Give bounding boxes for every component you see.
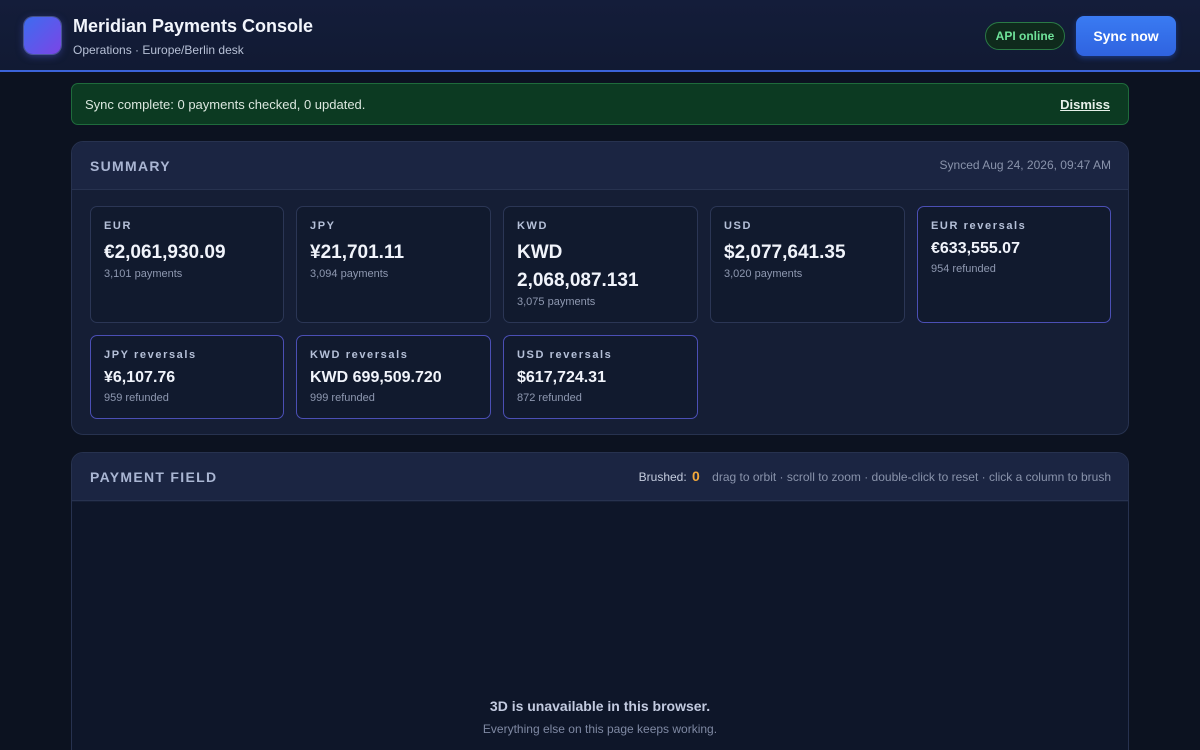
sync-alert: Sync complete: 0 payments checked, 0 upd…	[71, 83, 1129, 125]
unavailable-title: 3D is unavailable in this browser.	[489, 698, 711, 714]
card-label: USD reversals	[517, 349, 613, 361]
app-title: Meridian Payments Console	[73, 16, 314, 36]
summary-card-eur-reversals: EUR reversals €633,555.07 954 refunded	[917, 206, 1111, 323]
card-amount: KWD 699,509.720	[310, 369, 442, 386]
summary-card-usd-reversals: USD reversals $617,724.31 872 refunded	[503, 335, 698, 419]
interaction-hint: drag to orbit · scroll to zoom · double-…	[712, 470, 1111, 484]
card-label: USD	[724, 220, 753, 232]
card-label: JPY	[310, 220, 336, 232]
card-label: JPY reversals	[104, 349, 197, 361]
payment-field-header: PAYMENT FIELD Brushed: 0 drag to orbit ·…	[72, 453, 1128, 501]
summary-title: SUMMARY	[90, 158, 171, 174]
3d-viewport[interactable]: 3D is unavailable in this browser. Every…	[72, 502, 1128, 750]
card-amount: KWD 2,068,087.131	[517, 242, 639, 291]
summary-card-jpy: JPY ¥21,701.11 3,094 payments	[296, 206, 491, 323]
card-count: 999 refunded	[310, 392, 375, 404]
brush-status: Brushed: 0 drag to orbit · scroll to zoo…	[639, 468, 1111, 484]
card-label: EUR	[104, 220, 133, 232]
card-count: 3,101 payments	[104, 268, 183, 280]
card-count: 3,094 payments	[310, 268, 389, 280]
card-count: 959 refunded	[104, 392, 169, 404]
summary-card-usd: USD $2,077,641.35 3,020 payments	[710, 206, 905, 323]
summary-header: SUMMARY Synced Aug 24, 2026, 09:47 AM	[72, 142, 1128, 190]
sync-now-button[interactable]: Sync now	[1076, 16, 1176, 56]
card-amount: €633,555.07	[931, 240, 1020, 257]
app-subtitle: Operations · Europe/Berlin desk	[73, 43, 244, 57]
card-amount: ¥21,701.11	[310, 242, 405, 263]
summary-panel: SUMMARY Synced Aug 24, 2026, 09:47 AM EU…	[71, 141, 1129, 435]
card-label: EUR reversals	[931, 220, 1027, 232]
card-amount: $617,724.31	[517, 369, 606, 386]
card-label: KWD reversals	[310, 349, 409, 361]
brushed-count: 0	[692, 468, 700, 484]
summary-card-eur: EUR €2,061,930.09 3,101 payments	[90, 206, 284, 323]
brushed-label: Brushed:	[638, 470, 687, 484]
synced-timestamp: Synced Aug 24, 2026, 09:47 AM	[939, 158, 1111, 172]
alert-message: Sync complete: 0 payments checked, 0 upd…	[85, 97, 366, 112]
card-label: KWD	[517, 220, 549, 232]
card-amount: €2,061,930.09	[104, 242, 226, 263]
summary-card-kwd-reversals: KWD reversals KWD 699,509.720 999 refund…	[296, 335, 491, 419]
summary-card-kwd: KWD KWD 2,068,087.131 3,075 payments	[503, 206, 698, 323]
payment-field-panel: PAYMENT FIELD Brushed: 0 drag to orbit ·…	[71, 452, 1129, 750]
card-amount: $2,077,641.35	[724, 242, 846, 263]
card-count: 3,020 payments	[724, 268, 803, 280]
card-count: 872 refunded	[517, 392, 582, 404]
payment-field-title: PAYMENT FIELD	[90, 469, 218, 485]
unavailable-subtitle: Everything else on this page keeps worki…	[482, 722, 718, 736]
card-amount: ¥6,107.76	[104, 369, 176, 386]
dismiss-button[interactable]: Dismiss	[1060, 97, 1110, 112]
summary-card-jpy-reversals: JPY reversals ¥6,107.76 959 refunded	[90, 335, 284, 419]
app-header: Meridian Payments Console Operations · E…	[0, 0, 1200, 72]
card-count: 954 refunded	[931, 263, 996, 275]
card-count: 3,075 payments	[517, 296, 596, 308]
app-logo-icon	[24, 17, 61, 54]
api-status-badge: API online	[985, 22, 1065, 50]
